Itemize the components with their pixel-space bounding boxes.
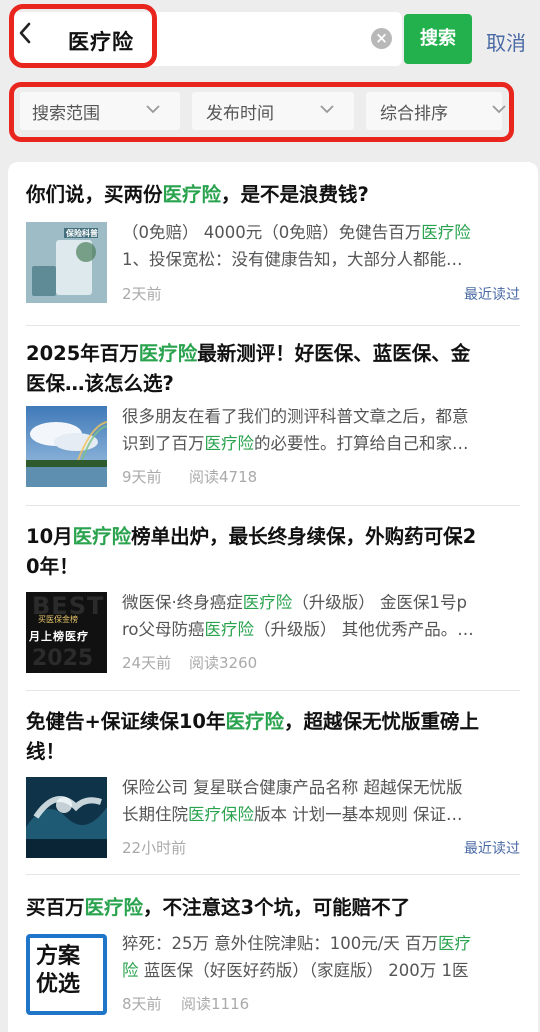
recently-read-badge: 最近读过 bbox=[464, 841, 520, 857]
text-segment: 识到了百万 bbox=[122, 434, 205, 453]
keyword-highlight: 医疗险 bbox=[242, 593, 293, 612]
keyword-highlight: 医疗险 bbox=[204, 434, 255, 453]
text-segment: 微医保·终身癌症 bbox=[122, 593, 243, 612]
thumbnail-caption: 方案 bbox=[36, 944, 81, 969]
article-title-line2: 医保…该怎么选? bbox=[26, 369, 520, 399]
article-item[interactable]: 买百万医疗险，不注意这3个坑，可能赔不了 方案 优选 猝死：25万 意外住院津贴… bbox=[26, 893, 520, 1023]
text-segment: 蓝医保（好医好药版）（家庭版） 200万 1医 bbox=[138, 961, 469, 980]
article-snippet: 微医保·终身癌症医疗险（升级版） 金医保1号p bbox=[122, 590, 520, 615]
text-segment: （升级版） 其他优秀产品。… bbox=[254, 620, 474, 639]
article-time: 24天前 bbox=[122, 654, 172, 672]
text-segment: ro父母防癌 bbox=[122, 620, 205, 639]
keyword-highlight: 医疗险 bbox=[84, 896, 144, 919]
cancel-button[interactable]: 取消 bbox=[486, 27, 526, 56]
text-segment: 0年！ bbox=[26, 555, 79, 578]
article-snippet: 长期住院医疗保险版本 计划一基本规则 保证… bbox=[122, 802, 520, 827]
text-segment: 1、投保宽松：没有健康告知，大部分人都能… bbox=[122, 250, 463, 269]
article-item[interactable]: 免健告+保证续保10年医疗险，超越保无忧版重磅上 线！ 保险公司 复星联合健康产… bbox=[26, 707, 520, 867]
article-time: 2天前 bbox=[122, 285, 162, 303]
article-read-count: 阅读1116 bbox=[181, 995, 250, 1013]
search-button[interactable]: 搜索 bbox=[404, 14, 472, 64]
article-snippet: 险 蓝医保（好医好药版）（家庭版） 200万 1医 bbox=[122, 958, 520, 983]
article-time: 9天前 bbox=[122, 468, 162, 486]
thumbnail-caption: 保险科普 bbox=[66, 229, 98, 238]
text-segment: 10月 bbox=[26, 525, 73, 548]
text-segment: 你们说，买两份 bbox=[26, 183, 163, 206]
text-segment: （0免赔） 4000元（0免赔）免健告百万 bbox=[122, 223, 422, 242]
text-segment: 的必要性。打算给自己和家… bbox=[254, 434, 469, 453]
article-time: 22小时前 bbox=[122, 839, 187, 857]
article-thumbnail bbox=[26, 406, 107, 487]
article-snippet: 保险公司 复星联合健康产品名称 超越保无忧版 bbox=[122, 775, 520, 800]
divider bbox=[26, 690, 520, 691]
search-query-text[interactable]: 医疗险 bbox=[68, 26, 134, 56]
keyword-highlight: 医疗保险 bbox=[188, 805, 254, 824]
thumbnail-caption: 买医保金榜 bbox=[38, 615, 78, 624]
article-snippet: 很多朋友在看了我们的测评科普文章之后，都意 bbox=[122, 404, 520, 429]
article-item[interactable]: 你们说，买两份医疗险，是不是浪费钱? 保险科普 （0免赔） 4000元（0免赔）… bbox=[26, 180, 520, 310]
clear-icon[interactable]: × bbox=[371, 28, 392, 49]
keyword-highlight: 医疗险 bbox=[138, 342, 198, 365]
article-snippet: （0免赔） 4000元（0免赔）免健告百万医疗险 bbox=[122, 220, 520, 245]
text-segment: 免健告+保证续保10年 bbox=[26, 710, 226, 733]
divider bbox=[26, 874, 520, 875]
keyword-highlight: 医疗 bbox=[438, 934, 472, 953]
article-title-line2: 线！ bbox=[26, 737, 520, 767]
divider bbox=[26, 505, 520, 506]
search-header: 医疗险 × 搜索 取消 搜索范围 发布时间 综合排序 bbox=[0, 0, 540, 150]
keyword-highlight: 医疗险 bbox=[421, 223, 471, 242]
text-segment: 长期住院 bbox=[122, 805, 188, 824]
article-item[interactable]: 10月医疗险榜单出炉，最长终身续保，外购药可保2 0年！ BEST 买医保金榜 … bbox=[26, 522, 520, 682]
article-read-count: 阅读4718 bbox=[189, 468, 258, 486]
article-item[interactable]: 2025年百万医疗险最新测评！好医保、蓝医保、金 医保…该怎么选? 很多朋友在看… bbox=[26, 339, 520, 499]
keyword-highlight: 医疗险 bbox=[72, 525, 132, 548]
article-title: 你们说，买两份医疗险，是不是浪费钱? bbox=[26, 180, 520, 210]
text-segment: 2025年百万 bbox=[26, 342, 139, 365]
article-thumbnail bbox=[26, 777, 107, 858]
article-title: 2025年百万医疗险最新测评！好医保、蓝医保、金 bbox=[26, 339, 520, 369]
thumbnail-caption: 月上榜医疗 bbox=[29, 630, 89, 643]
keyword-highlight: 医疗险 bbox=[162, 183, 222, 206]
recently-read-badge: 最近读过 bbox=[464, 287, 520, 303]
text-segment: 最新测评！好医保、蓝医保、金 bbox=[197, 342, 471, 365]
article-thumbnail: BEST 买医保金榜 月上榜医疗 2025 bbox=[26, 592, 107, 673]
divider bbox=[26, 325, 520, 326]
article-snippet: 1、投保宽松：没有健康告知，大部分人都能… bbox=[122, 247, 520, 272]
article-thumbnail: 保险科普 bbox=[26, 222, 107, 303]
text-segment: 医保…该怎么选? bbox=[26, 372, 174, 395]
text-segment: 买百万 bbox=[26, 896, 85, 919]
article-snippet: ro父母防癌医疗险（升级版） 其他优秀产品。… bbox=[122, 617, 520, 642]
article-read-count: 阅读3260 bbox=[189, 654, 258, 672]
article-snippet: 猝死：25万 意外住院津贴：100元/天 百万医疗 bbox=[122, 931, 520, 956]
thumbnail-caption: 2025 bbox=[32, 646, 94, 671]
text-segment: ，超越保无忧版重磅上 bbox=[284, 710, 480, 733]
article-title-line2: 0年！ bbox=[26, 552, 520, 582]
keyword-highlight: 医疗险 bbox=[225, 710, 284, 733]
text-segment: 榜单出炉，最长终身续保，外购药可保2 bbox=[131, 525, 477, 548]
text-segment: （升级版） 金医保1号p bbox=[292, 593, 467, 612]
thumbnail-caption: 优选 bbox=[36, 972, 81, 997]
article-title: 买百万医疗险，不注意这3个坑，可能赔不了 bbox=[26, 893, 520, 923]
text-segment: 保险公司 复星联合健康产品名称 超越保无忧版 bbox=[122, 778, 463, 797]
article-title: 10月医疗险榜单出炉，最长终身续保，外购药可保2 bbox=[26, 522, 520, 552]
filters-highlight-box bbox=[9, 82, 514, 142]
keyword-highlight: 险 bbox=[122, 961, 139, 980]
text-segment: 很多朋友在看了我们的测评科普文章之后，都意 bbox=[122, 407, 469, 426]
article-time: 8天前 bbox=[122, 995, 162, 1013]
text-segment: ，是不是浪费钱? bbox=[221, 183, 369, 206]
text-segment: 线！ bbox=[26, 740, 66, 763]
article-title: 免健告+保证续保10年医疗险，超越保无忧版重磅上 bbox=[26, 707, 520, 737]
text-segment: 猝死：25万 意外住院津贴：100元/天 百万 bbox=[122, 934, 439, 953]
text-segment: 版本 计划一基本规则 保证… bbox=[254, 805, 463, 824]
text-segment: ，不注意这3个坑，可能赔不了 bbox=[143, 896, 411, 919]
article-thumbnail: 方案 优选 bbox=[26, 934, 107, 1015]
article-snippet: 识到了百万医疗险的必要性。打算给自己和家… bbox=[122, 431, 520, 456]
keyword-highlight: 医疗险 bbox=[204, 620, 255, 639]
